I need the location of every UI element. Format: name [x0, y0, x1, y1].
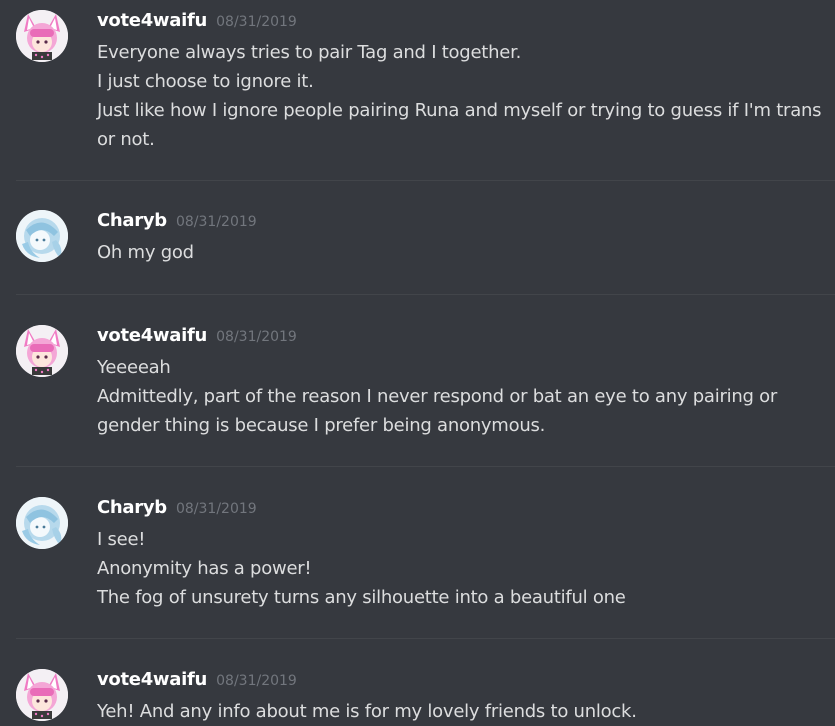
- message-line: Yeeeeah: [97, 357, 171, 378]
- timestamp[interactable]: 08/31/2019: [176, 501, 257, 517]
- message-line: gender thing is because I prefer being a…: [97, 415, 546, 436]
- message-header: vote4waifu 08/31/2019: [97, 669, 297, 690]
- timestamp[interactable]: 08/31/2019: [176, 214, 257, 230]
- message-divider: [16, 180, 835, 181]
- message-line: Anonymity has a power!: [97, 558, 312, 579]
- message-line: Oh my god: [97, 242, 194, 263]
- timestamp[interactable]: 08/31/2019: [216, 329, 297, 345]
- message-line: or not.: [97, 129, 155, 150]
- chat-log: vote4waifu 08/31/2019 Everyone always tr…: [0, 0, 835, 726]
- timestamp[interactable]: 08/31/2019: [216, 673, 297, 689]
- message-header: Charyb 08/31/2019: [97, 210, 257, 231]
- message-line: The fog of unsurety turns any silhouette…: [97, 587, 626, 608]
- username[interactable]: Charyb: [97, 497, 167, 518]
- message-line: I see!: [97, 529, 146, 550]
- message-content: Yeh! And any info about me is for my lov…: [97, 697, 832, 726]
- message-divider: [16, 466, 835, 467]
- message-divider: [16, 638, 835, 639]
- blue-hair-girl-avatar-icon[interactable]: [16, 497, 68, 549]
- message-divider: [16, 294, 835, 295]
- username[interactable]: vote4waifu: [97, 325, 207, 346]
- timestamp[interactable]: 08/31/2019: [216, 14, 297, 30]
- message-content: Yeeeeah Admittedly, part of the reason I…: [97, 353, 832, 440]
- message-content: Everyone always tries to pair Tag and I …: [97, 38, 832, 154]
- message-header: vote4waifu 08/31/2019: [97, 325, 297, 346]
- username[interactable]: vote4waifu: [97, 10, 207, 31]
- message-header: vote4waifu 08/31/2019: [97, 10, 297, 31]
- message-line: Yeh! And any info about me is for my lov…: [97, 701, 637, 722]
- username[interactable]: Charyb: [97, 210, 167, 231]
- message-line: Everyone always tries to pair Tag and I …: [97, 42, 522, 63]
- message-content: Oh my god: [97, 238, 832, 267]
- pink-hair-girl-avatar-icon[interactable]: [16, 669, 68, 721]
- message-line: I just choose to ignore it.: [97, 71, 314, 92]
- message-content: I see! Anonymity has a power! The fog of…: [97, 525, 832, 612]
- pink-hair-girl-avatar-icon[interactable]: [16, 325, 68, 377]
- message-header: Charyb 08/31/2019: [97, 497, 257, 518]
- pink-hair-girl-avatar-icon[interactable]: [16, 10, 68, 62]
- username[interactable]: vote4waifu: [97, 669, 207, 690]
- message-line: Just like how I ignore people pairing Ru…: [97, 100, 822, 121]
- message-line: Admittedly, part of the reason I never r…: [97, 386, 778, 407]
- blue-hair-girl-avatar-icon[interactable]: [16, 210, 68, 262]
